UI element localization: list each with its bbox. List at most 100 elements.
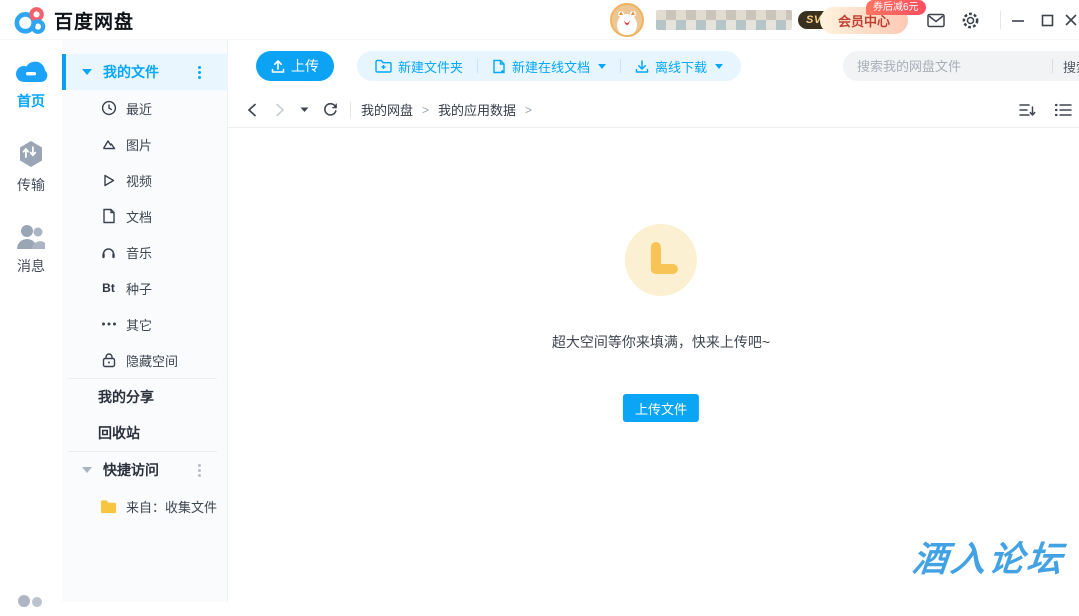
sidebar-item-quick-access[interactable]: 快捷访问 xyxy=(62,452,227,488)
sidebar-label-images: 图片 xyxy=(126,135,152,154)
breadcrumb-separator: > xyxy=(525,103,532,117)
upload-label: 上传 xyxy=(291,56,319,76)
avatar[interactable] xyxy=(610,3,644,37)
sidebar-item-recycle-bin[interactable]: 回收站 xyxy=(62,415,227,451)
sidebar-label-music: 音乐 xyxy=(126,243,152,262)
app-title: 百度网盘 xyxy=(54,7,134,34)
history-dropdown-icon[interactable] xyxy=(294,100,314,120)
rail-label-home: 首页 xyxy=(17,91,45,111)
sidebar-label-others: 其它 xyxy=(126,315,152,334)
sort-icon[interactable] xyxy=(1017,100,1037,120)
refresh-icon[interactable] xyxy=(320,100,340,120)
sidebar-item-torrents[interactable]: Bt 种子 xyxy=(62,270,227,306)
more-options-icon[interactable] xyxy=(198,66,201,79)
rail-item-home[interactable]: 首页 xyxy=(0,58,62,111)
image-icon xyxy=(100,136,117,153)
search-input[interactable] xyxy=(857,59,1042,74)
empty-clock-icon xyxy=(625,224,697,296)
sidebar: 我的文件 最近 图片 视频 xyxy=(62,40,228,602)
messages-icon xyxy=(16,223,46,249)
chevron-down-icon[interactable] xyxy=(82,467,92,473)
sidebar-item-hidden-space[interactable]: 隐藏空间 xyxy=(62,342,227,378)
offline-download-button[interactable]: 离线下载 xyxy=(621,51,737,81)
chevron-down-icon xyxy=(715,64,723,69)
upload-button[interactable]: 上传 xyxy=(256,51,334,81)
new-folder-button[interactable]: 新建文件夹 xyxy=(361,51,477,81)
folder-icon xyxy=(100,498,117,515)
watermark-text: 酒入论坛 xyxy=(910,531,1067,582)
clock-icon xyxy=(100,100,117,117)
sidebar-item-music[interactable]: 音乐 xyxy=(62,234,227,270)
maximize-button[interactable] xyxy=(1037,10,1057,30)
offline-download-label: 离线下载 xyxy=(655,57,707,76)
close-button[interactable] xyxy=(1061,10,1079,30)
my-share-label: 我的分享 xyxy=(98,387,154,407)
chevron-down-icon xyxy=(598,64,606,69)
ellipsis-icon xyxy=(100,316,117,333)
document-icon xyxy=(100,208,117,225)
sidebar-item-others[interactable]: 其它 xyxy=(62,306,227,342)
new-folder-label: 新建文件夹 xyxy=(398,57,463,76)
back-button[interactable] xyxy=(242,100,262,120)
new-online-doc-button[interactable]: 新建在线文档 xyxy=(478,51,620,81)
new-doc-icon xyxy=(492,59,506,74)
left-rail: 首页 传输 消息 xyxy=(0,40,62,602)
sidebar-label-torrents: 种子 xyxy=(126,279,152,298)
sidebar-label-recent: 最近 xyxy=(126,99,152,118)
title-bar: 百度网盘 SVIP8 会员中心 券后减6元 xyxy=(0,0,1079,40)
minimize-button[interactable] xyxy=(1008,10,1028,30)
breadcrumb-current[interactable]: 我的应用数据 xyxy=(438,100,516,119)
sidebar-label-hidden-space: 隐藏空间 xyxy=(126,351,178,370)
sidebar-label-documents: 文档 xyxy=(126,207,152,226)
upload-file-button[interactable]: 上传文件 xyxy=(623,394,699,422)
toolbar-action-group: 新建文件夹 新建在线文档 离线下载 xyxy=(357,51,741,81)
chevron-down-icon[interactable] xyxy=(82,69,92,75)
video-icon xyxy=(100,172,117,189)
transfer-icon xyxy=(17,140,45,168)
rail-label-transfer: 传输 xyxy=(17,175,45,195)
music-icon xyxy=(100,244,117,261)
new-online-doc-label: 新建在线文档 xyxy=(512,57,590,76)
empty-state-message: 超大空间等你来填满，快来上传吧~ xyxy=(552,332,770,352)
file-list-area: 超大空间等你来填满，快来上传吧~ 上传文件 酒入论坛 xyxy=(228,128,1079,602)
my-files-label: 我的文件 xyxy=(103,62,159,82)
bt-icon: Bt xyxy=(100,280,117,297)
sidebar-item-my-share[interactable]: 我的分享 xyxy=(62,379,227,415)
rail-item-transfer[interactable]: 传输 xyxy=(0,140,62,195)
settings-gear-icon[interactable] xyxy=(960,10,980,30)
topbar-divider xyxy=(1000,11,1001,29)
breadcrumb-root[interactable]: 我的网盘 xyxy=(361,100,413,119)
promo-ribbon: 券后减6元 xyxy=(866,0,926,15)
rail-label-messages: 消息 xyxy=(17,256,45,276)
search-separator xyxy=(1052,59,1053,73)
cat-avatar-image xyxy=(612,5,642,35)
forward-button[interactable] xyxy=(270,100,290,120)
new-folder-icon xyxy=(375,59,392,73)
sidebar-item-collected-files[interactable]: 来自：收集文件 xyxy=(62,488,227,524)
search-button[interactable]: 搜索 xyxy=(1063,57,1079,76)
breadcrumb-divider xyxy=(350,102,351,118)
list-view-icon[interactable] xyxy=(1053,100,1073,120)
home-cloud-icon xyxy=(14,58,48,84)
sidebar-item-videos[interactable]: 视频 xyxy=(62,162,227,198)
download-icon xyxy=(635,59,649,74)
lock-icon xyxy=(100,352,117,369)
more-options-icon[interactable] xyxy=(198,464,201,477)
mail-icon[interactable] xyxy=(926,10,946,30)
sidebar-item-images[interactable]: 图片 xyxy=(62,126,227,162)
active-indicator xyxy=(62,54,66,90)
sidebar-item-documents[interactable]: 文档 xyxy=(62,198,227,234)
recycle-bin-label: 回收站 xyxy=(98,423,140,443)
upload-icon xyxy=(271,59,285,74)
breadcrumb-bar: 我的网盘 > 我的应用数据 > xyxy=(228,92,1079,128)
toolbar: 上传 新建文件夹 新建在线文档 xyxy=(228,40,1079,92)
empty-state: 超大空间等你来填满，快来上传吧~ 上传文件 xyxy=(552,224,770,422)
search-box: 搜索 xyxy=(843,51,1079,81)
rail-item-messages[interactable]: 消息 xyxy=(0,223,62,276)
quick-access-label: 快捷访问 xyxy=(103,460,159,480)
sidebar-item-recent[interactable]: 最近 xyxy=(62,90,227,126)
main-panel: 上传 新建文件夹 新建在线文档 xyxy=(228,40,1079,602)
baidu-netdisk-logo-icon xyxy=(14,5,46,35)
sidebar-item-my-files[interactable]: 我的文件 xyxy=(62,54,227,90)
breadcrumb-separator: > xyxy=(422,103,429,117)
